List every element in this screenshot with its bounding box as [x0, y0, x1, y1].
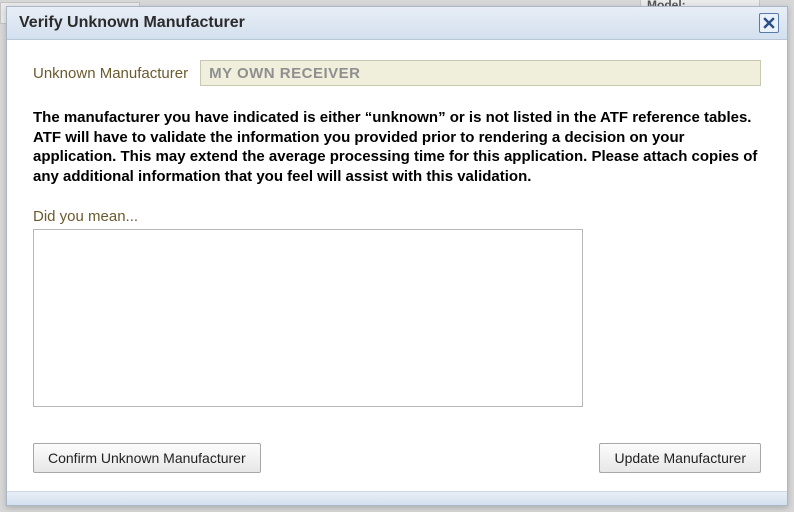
close-button[interactable]	[759, 13, 779, 33]
dialog-title: Verify Unknown Manufacturer	[19, 14, 245, 32]
update-manufacturer-button[interactable]: Update Manufacturer	[599, 443, 761, 473]
dialog-titlebar: Verify Unknown Manufacturer	[7, 7, 787, 40]
dialog-button-row: Confirm Unknown Manufacturer Update Manu…	[7, 429, 787, 491]
suggestions-label: Did you mean...	[33, 208, 761, 225]
dialog-bottom-bar	[7, 491, 787, 505]
dialog-body: Unknown Manufacturer The manufacturer yo…	[7, 40, 787, 429]
manufacturer-field-row: Unknown Manufacturer	[33, 60, 761, 86]
confirm-unknown-manufacturer-button[interactable]: Confirm Unknown Manufacturer	[33, 443, 261, 473]
warning-text: The manufacturer you have indicated is e…	[33, 108, 761, 186]
suggestions-listbox[interactable]	[33, 229, 583, 407]
manufacturer-input[interactable]	[200, 60, 761, 86]
verify-manufacturer-dialog: Verify Unknown Manufacturer Unknown Manu…	[6, 6, 788, 506]
close-icon	[763, 17, 775, 29]
manufacturer-label: Unknown Manufacturer	[33, 65, 188, 82]
